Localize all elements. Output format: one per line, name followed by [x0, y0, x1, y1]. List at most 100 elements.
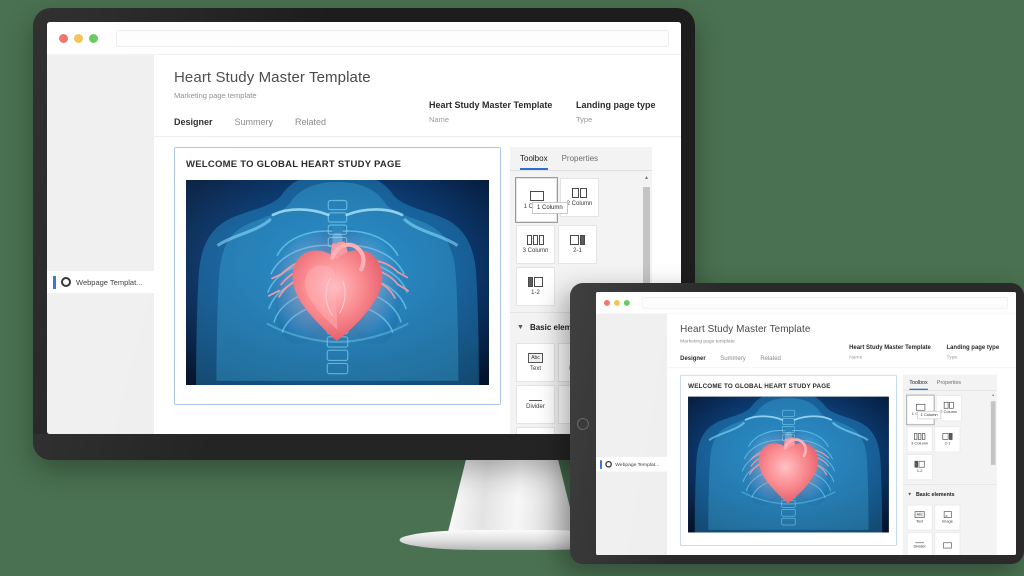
- page-subtitle: Marketing page template: [174, 91, 257, 100]
- tile-list[interactable]: [934, 532, 961, 555]
- tile-tooltip: 1 Column: [917, 411, 941, 420]
- tile-tooltip: 1 Column: [532, 202, 568, 214]
- sidebar-item-label: Webpage Templat...: [76, 277, 143, 287]
- text-icon: Abc: [528, 353, 543, 363]
- tablet-device: Webpage Templat... Heart Study Master Te…: [570, 283, 1024, 564]
- tab-related[interactable]: Related: [760, 355, 781, 362]
- tile-label: Divider: [526, 403, 545, 410]
- tile-label: Text: [915, 519, 924, 524]
- page-header: Heart Study Master Template Marketing pa…: [154, 55, 681, 136]
- tile-label: 3 Column: [522, 248, 549, 254]
- tile-label: 2-1: [944, 441, 951, 446]
- tile-2-1[interactable]: 2-1: [934, 426, 961, 453]
- canvas-heading: WELCOME TO GLOBAL HEART STUDY PAGE: [186, 159, 402, 170]
- tab-toolbox[interactable]: Toolbox: [909, 379, 928, 391]
- two-one-column-icon: [570, 235, 585, 245]
- design-canvas[interactable]: WELCOME TO GLOBAL HEART STUDY PAGE: [174, 147, 501, 405]
- header-field-name: Heart Study Master Template Name: [429, 100, 552, 124]
- basic-element-tile-grid: Abc Text Image Divider: [903, 500, 988, 555]
- chevron-down-icon: ▼: [517, 324, 524, 331]
- address-bar[interactable]: [116, 29, 669, 47]
- tile-1-2[interactable]: 1-2: [516, 267, 555, 306]
- divider-icon: [915, 542, 924, 543]
- tab-summery[interactable]: Summery: [235, 117, 274, 127]
- one-column-icon: [529, 190, 544, 201]
- tile-divider[interactable]: Divider: [906, 532, 933, 555]
- scrollbar-thumb[interactable]: [990, 401, 996, 465]
- tile-1-column[interactable]: 1 Column: [906, 394, 935, 426]
- header-field-name-label: Name: [849, 353, 863, 360]
- tab-designer[interactable]: Designer: [680, 355, 706, 362]
- layout-tile-grid: 1 Column 2 Column 3 Column: [903, 391, 988, 481]
- anatomical-heart-illustration: [688, 396, 889, 533]
- tablet-app-sidebar: Webpage Templat...: [596, 313, 667, 555]
- sidebar-item-webpage-templates[interactable]: Webpage Templat...: [47, 271, 154, 293]
- tile-label: Text: [529, 366, 541, 372]
- minimize-window-dot[interactable]: [613, 299, 620, 306]
- tile-text[interactable]: Abc Text: [906, 504, 933, 531]
- tab-summery[interactable]: Summery: [720, 355, 746, 362]
- address-bar[interactable]: [641, 296, 1009, 309]
- ring-icon: [605, 460, 612, 468]
- tile-1-column[interactable]: 1 Column: [515, 177, 558, 223]
- tab-designer[interactable]: Designer: [174, 117, 213, 127]
- tab-related[interactable]: Related: [295, 117, 326, 127]
- tab-properties[interactable]: Properties: [562, 154, 598, 170]
- tablet-design-canvas[interactable]: WELCOME TO GLOBAL HEART STUDY PAGE: [680, 374, 897, 546]
- toolbox-scrollbar[interactable]: ▴: [990, 393, 996, 555]
- header-field-type-value: Landing page type: [576, 100, 656, 110]
- tile-3-column[interactable]: 3 Column: [516, 225, 555, 264]
- close-window-dot[interactable]: [603, 299, 610, 306]
- one-column-icon: [915, 403, 925, 411]
- header-field-name-label: Name: [429, 115, 450, 124]
- tile-label: Divider: [913, 544, 926, 549]
- header-field-name-value: Heart Study Master Template: [849, 343, 931, 351]
- header-field-name-value: Heart Study Master Template: [429, 100, 553, 110]
- minimize-window-dot[interactable]: [74, 33, 83, 43]
- monitor-stand-neck: [447, 452, 577, 536]
- tile-image[interactable]: Image: [934, 504, 961, 531]
- image-icon: [943, 511, 952, 518]
- tile-label: Image: [941, 519, 953, 524]
- tablet-app-main: Heart Study Master Template Marketing pa…: [666, 313, 1016, 555]
- two-one-column-icon: [942, 433, 953, 440]
- close-window-dot[interactable]: [59, 33, 68, 43]
- tablet-app-body: Webpage Templat... Heart Study Master Te…: [596, 313, 1016, 555]
- maximize-window-dot[interactable]: [89, 33, 98, 43]
- page-title: Heart Study Master Template: [174, 69, 371, 86]
- tablet-screen-content: Webpage Templat... Heart Study Master Te…: [596, 292, 1016, 555]
- ring-icon: [61, 277, 71, 287]
- page-title: Heart Study Master Template: [680, 323, 811, 335]
- canvas-heading: WELCOME TO GLOBAL HEART STUDY PAGE: [688, 382, 831, 391]
- tile-grid[interactable]: [516, 427, 555, 434]
- tile-text[interactable]: Abc Text: [516, 343, 555, 382]
- tile-3-column[interactable]: 3 Column: [906, 426, 933, 453]
- header-field-type-label: Type: [576, 115, 593, 124]
- three-column-icon: [914, 433, 926, 440]
- tablet-home-button[interactable]: [577, 417, 589, 430]
- header-field-type: Landing page type Type: [946, 344, 999, 360]
- two-column-icon: [572, 188, 587, 198]
- browser-chrome: [47, 22, 681, 55]
- tab-toolbox[interactable]: Toolbox: [520, 154, 548, 170]
- tile-divider[interactable]: Divider: [516, 385, 555, 424]
- tile-2-1[interactable]: 2-1: [558, 225, 597, 264]
- tile-label: 2 Column: [566, 201, 593, 207]
- tab-properties[interactable]: Properties: [937, 379, 961, 390]
- app-sidebar: Webpage Templat...: [47, 55, 154, 434]
- toolbox-section-basic-elements[interactable]: ▼ Basic elements: [902, 484, 997, 500]
- tile-label: 2 Column: [940, 410, 958, 415]
- divider-icon: [529, 399, 542, 401]
- hero-image: [186, 180, 489, 385]
- scrollbar-thumb[interactable]: [643, 187, 650, 283]
- tablet-page-header: Heart Study Master Template Marketing pa…: [666, 313, 1016, 368]
- scroll-up-arrow-icon[interactable]: ▴: [991, 393, 996, 398]
- sidebar-item-webpage-templates[interactable]: Webpage Templat...: [596, 456, 667, 472]
- selection-indicator: [53, 275, 56, 289]
- toolbox-scroll-area: 1 Column 2 Column 3 Column: [902, 391, 997, 555]
- tile-1-2[interactable]: 1-2: [906, 454, 933, 481]
- toolbox-tabs: Toolbox Properties: [510, 147, 652, 170]
- scroll-up-arrow-icon[interactable]: ▴: [643, 175, 650, 182]
- maximize-window-dot[interactable]: [623, 299, 630, 306]
- text-icon: Abc: [914, 511, 925, 518]
